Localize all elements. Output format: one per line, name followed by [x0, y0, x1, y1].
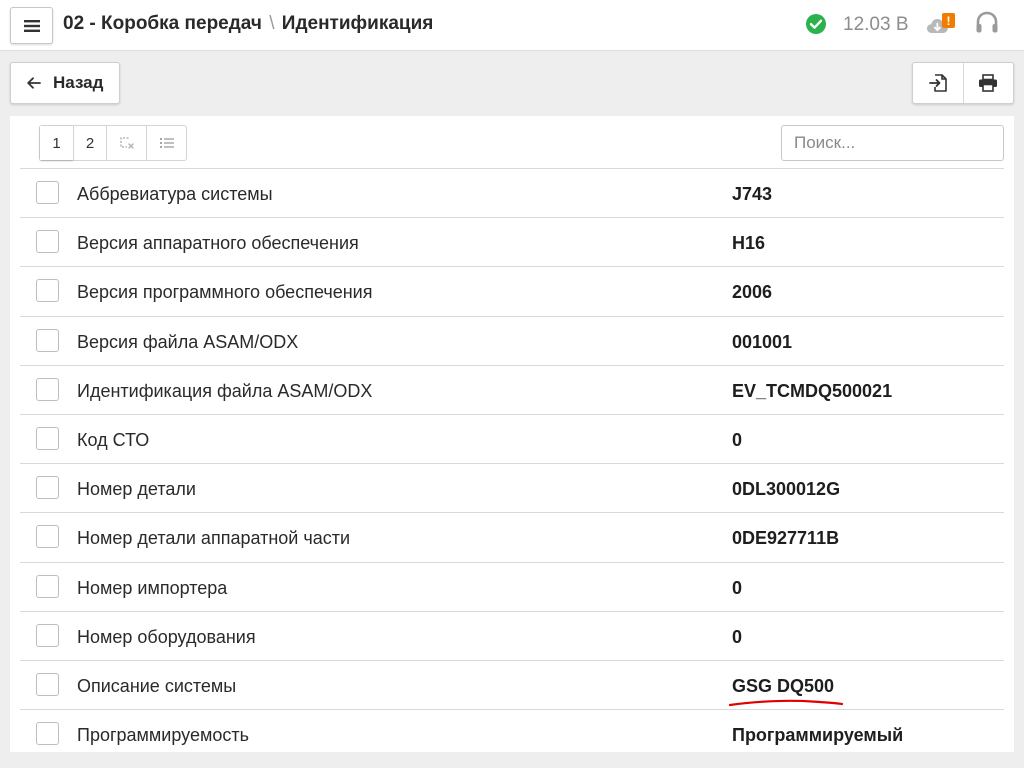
table-row: Номер детали 0DL300012G: [20, 464, 1004, 514]
print-button[interactable]: [962, 63, 1013, 103]
table-row: Аббревиатура системы J743: [20, 169, 1004, 219]
search-input[interactable]: [781, 125, 1004, 161]
row-label: Описание системы: [77, 675, 237, 696]
row-value: Программируемый: [732, 725, 904, 746]
table-row: Номер детали аппаратной части 0DE927711B: [20, 513, 1004, 563]
back-button[interactable]: Назад: [10, 62, 120, 104]
row-label: Версия аппаратного обеспечения: [77, 233, 359, 254]
row-value: 0: [732, 577, 743, 598]
row-checkbox[interactable]: [36, 279, 59, 303]
hamburger-icon: [23, 19, 40, 32]
row-label: Версия программного обеспечения: [77, 282, 373, 303]
table-row: Номер импортера 0: [20, 563, 1004, 612]
red-underline-annotation: [728, 699, 844, 707]
table-row: Код СТО 0: [20, 415, 1004, 465]
table-row: Версия аппаратного обеспечения H16: [20, 218, 1004, 268]
row-checkbox[interactable]: [36, 672, 59, 696]
export-file-icon: [929, 74, 947, 92]
row-value: 2006: [732, 282, 773, 303]
row-value: EV_TCMDQ500021: [732, 380, 893, 401]
table-row: Программируемость Программируемый: [20, 710, 1004, 752]
row-checkbox[interactable]: [36, 181, 59, 204]
row-label: Код СТО: [77, 429, 150, 450]
row-label: Номер детали аппаратной части: [77, 528, 351, 549]
row-label: Номер оборудования: [77, 626, 256, 647]
page-2-button[interactable]: 2: [73, 126, 106, 160]
table-row: Версия программного обеспечения 2006: [20, 267, 1004, 317]
clear-selection-button[interactable]: [106, 126, 146, 160]
page-title: 02 - Коробка передач \ Идентификация: [63, 13, 433, 35]
row-checkbox[interactable]: [36, 230, 59, 254]
row-checkbox[interactable]: [36, 525, 59, 549]
row-checkbox[interactable]: [36, 377, 59, 401]
row-value: GSG DQ500: [732, 675, 835, 696]
table-row: Идентификация файла ASAM/ODX EV_TCMDQ500…: [20, 366, 1004, 415]
row-label: Аббревиатура системы: [77, 184, 273, 204]
export-button[interactable]: [913, 63, 963, 103]
tool-group: [912, 62, 1014, 104]
title-separator: \: [269, 13, 275, 34]
row-value: J743: [732, 184, 773, 204]
table-row: Версия файла ASAM/ODX 001001: [20, 317, 1004, 366]
menu-button[interactable]: [10, 7, 53, 44]
row-value: H16: [732, 233, 766, 254]
clear-selection-icon: [119, 137, 134, 149]
row-label: Версия файла ASAM/ODX: [77, 331, 299, 352]
printer-icon: [979, 74, 998, 92]
identification-panel: 1 2 Аббревиатура системы J743: [10, 116, 1014, 752]
row-checkbox[interactable]: [36, 722, 59, 746]
row-value: 0DE927711B: [732, 528, 840, 549]
check-circle-icon: [806, 14, 826, 34]
cloud-badge: !: [947, 14, 951, 28]
row-checkbox[interactable]: [36, 328, 59, 352]
row-value: 001001: [732, 331, 793, 352]
row-checkbox[interactable]: [36, 574, 59, 598]
title-main: 02 - Коробка передач: [63, 13, 262, 34]
row-label: Номер детали: [77, 479, 196, 500]
row-checkbox[interactable]: [36, 476, 59, 500]
table-row: Номер оборудования 0: [20, 612, 1004, 661]
back-button-label: Назад: [53, 73, 104, 92]
row-value: 0: [732, 429, 743, 450]
arrow-left-icon: [27, 77, 41, 89]
headset-icon[interactable]: [975, 11, 999, 37]
list-view-button[interactable]: [146, 126, 186, 160]
row-label: Идентификация файла ASAM/ODX: [77, 380, 373, 401]
table-row: Описание системы GSG DQ500: [20, 661, 1004, 711]
title-sub: Идентификация: [281, 13, 434, 34]
row-checkbox[interactable]: [36, 426, 59, 450]
row-checkbox[interactable]: [36, 623, 59, 647]
list-icon: [159, 138, 174, 148]
top-bar: 02 - Коробка передач \ Идентификация 12.…: [0, 0, 1024, 51]
row-value: 0DL300012G: [732, 479, 841, 500]
voltage-readout: 12.03 В: [843, 14, 909, 35]
page-1-button[interactable]: 1: [40, 126, 73, 160]
row-value: 0: [732, 626, 743, 647]
cloud-alert-icon: !: [927, 13, 955, 33]
pager: 1 2: [39, 125, 187, 161]
row-label: Номер импортера: [77, 577, 228, 598]
cloud-status[interactable]: !: [925, 12, 957, 38]
identification-table: Аббревиатура системы J743 Версия аппарат…: [20, 168, 1004, 752]
row-label: Программируемость: [77, 725, 249, 746]
